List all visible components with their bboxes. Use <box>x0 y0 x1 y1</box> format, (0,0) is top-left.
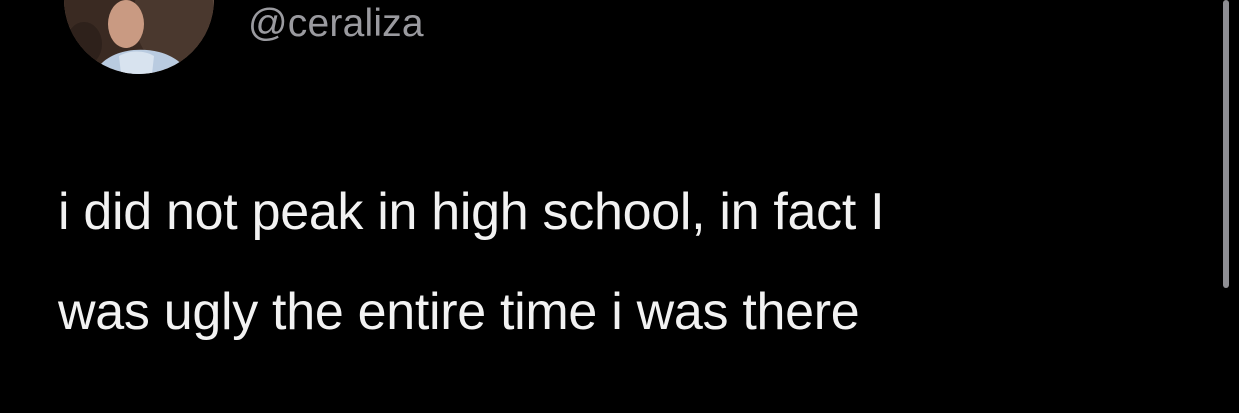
vertical-scrollbar[interactable] <box>1223 0 1229 290</box>
profile-photo-icon <box>64 0 214 74</box>
tweet-text-line: was ugly the entire time i was there <box>58 283 860 341</box>
scrollbar-thumb[interactable] <box>1223 0 1229 288</box>
avatar[interactable] <box>64 0 214 74</box>
tweet-text-line: i did not peak in high school, in fact I <box>58 183 885 241</box>
tweet-header: @ceraliza <box>0 0 1200 80</box>
tweet-screenshot: @ceraliza i did not peak in high school,… <box>0 0 1239 413</box>
username-handle[interactable]: @ceraliza <box>248 2 424 46</box>
tweet-text: i did not peak in high school, in fact I… <box>58 162 1178 362</box>
